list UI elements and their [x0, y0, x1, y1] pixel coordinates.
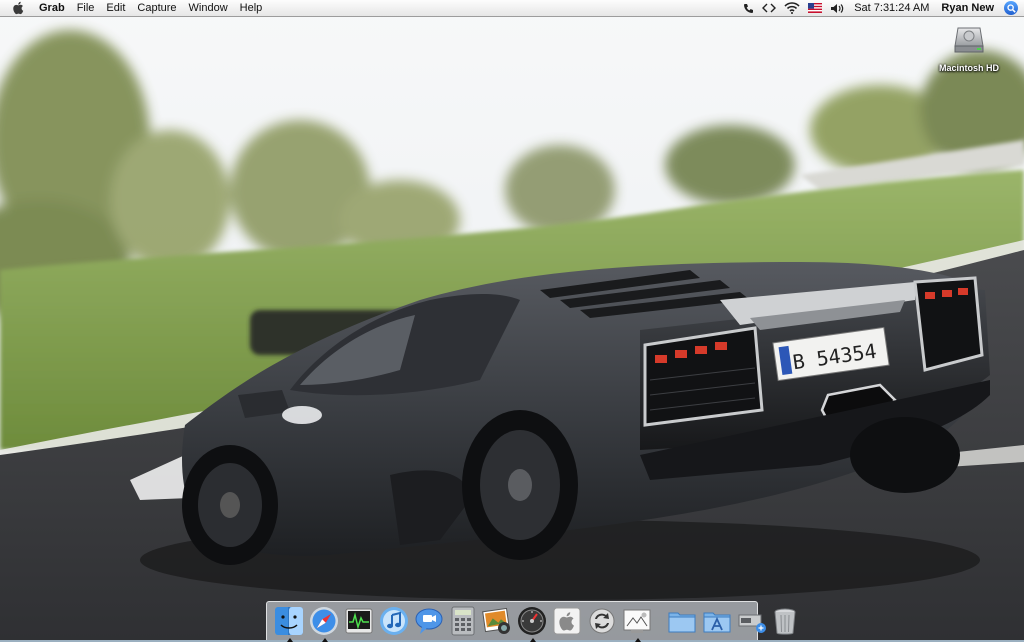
spotlight-icon[interactable]	[1004, 1, 1018, 15]
ichat-icon[interactable]	[414, 605, 444, 637]
menu-bar: Grab File Edit Capture Window Help Sat 7…	[0, 0, 1024, 17]
menu-app-name[interactable]: Grab	[35, 0, 71, 16]
us-flag-icon[interactable]	[808, 0, 823, 16]
finder-icon[interactable]	[274, 605, 304, 642]
fast-user-switch[interactable]: Ryan New	[935, 0, 1000, 16]
activity-monitor-icon[interactable]	[344, 605, 374, 637]
dashboard-icon[interactable]	[517, 605, 547, 642]
calculator-icon[interactable]	[449, 605, 477, 637]
running-indicator	[286, 638, 293, 642]
menu-clock[interactable]: Sat 7:31:24 AM	[848, 0, 935, 16]
trash-icon[interactable]	[772, 605, 798, 637]
menu-window[interactable]: Window	[183, 0, 234, 16]
desktop-icon-label: Macintosh HD	[938, 63, 999, 73]
itunes-icon[interactable]	[379, 605, 409, 637]
desktop-icon-macintosh-hd[interactable]: Macintosh HD	[934, 22, 1004, 73]
apple-icon[interactable]	[12, 1, 25, 15]
menu-capture[interactable]: Capture	[131, 0, 182, 16]
volume-icon[interactable]	[830, 0, 844, 16]
menu-edit[interactable]: Edit	[100, 0, 131, 16]
sync-app-icon[interactable]	[587, 605, 617, 637]
menu-file[interactable]: File	[71, 0, 101, 16]
grab-icon[interactable]	[622, 605, 652, 642]
running-indicator	[321, 638, 328, 642]
wifi-icon[interactable]	[784, 0, 800, 16]
running-indicator	[529, 638, 536, 642]
iphoto-icon[interactable]	[481, 605, 512, 637]
menu-extras: Sat 7:31:24 AM Ryan New	[739, 0, 1024, 16]
desktop-wallpaper: B 54354	[0, 0, 1024, 640]
sync-icon[interactable]	[762, 0, 777, 16]
phone-icon[interactable]	[743, 0, 754, 16]
applications-folder-icon[interactable]	[702, 605, 732, 637]
apple-logo-icon[interactable]	[552, 605, 582, 637]
dock	[266, 601, 795, 642]
safari-icon[interactable]	[309, 605, 339, 642]
running-indicator	[634, 638, 641, 642]
network-icon[interactable]	[737, 605, 767, 637]
documents-folder-icon[interactable]	[667, 605, 697, 637]
hard-drive-icon[interactable]	[952, 22, 986, 61]
menu-help[interactable]: Help	[234, 0, 269, 16]
